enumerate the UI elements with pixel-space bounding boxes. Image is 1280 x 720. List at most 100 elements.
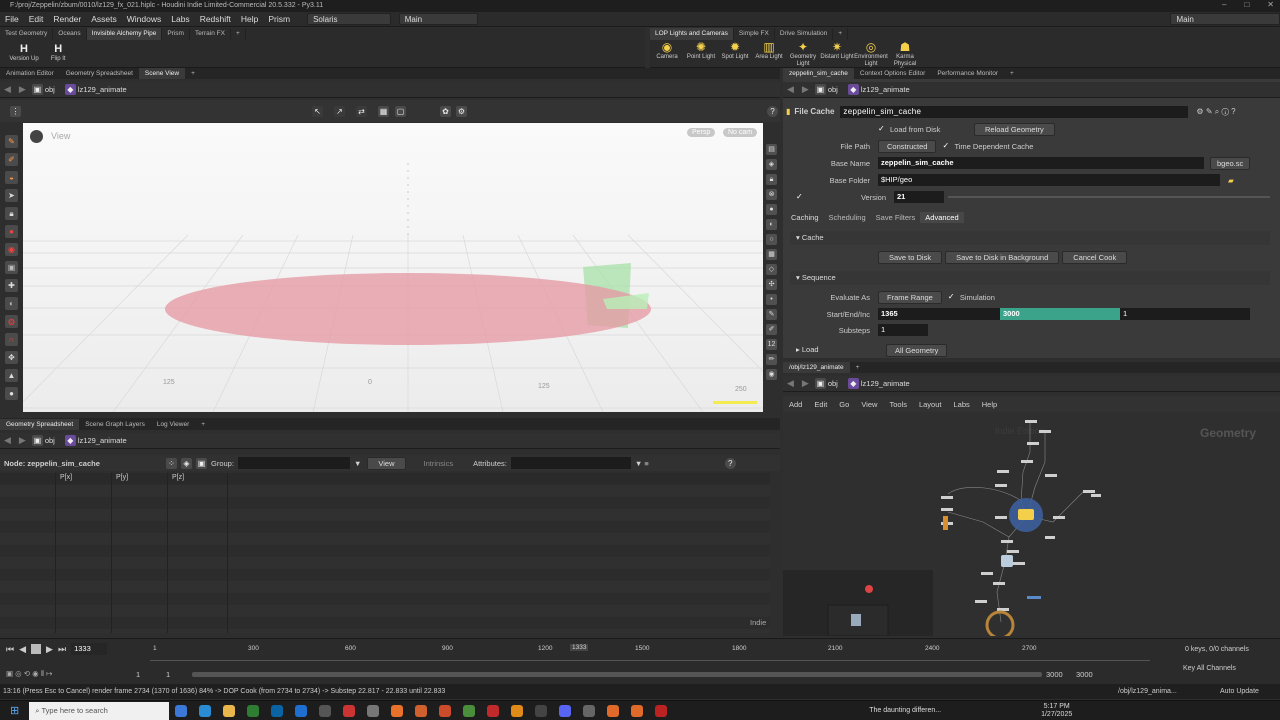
tab-geometry-spreadsheet[interactable]: Geometry Spreadsheet [60, 68, 139, 79]
shelf-tab[interactable]: LOP Lights and Cameras [650, 28, 734, 40]
tab-network[interactable]: /obj/lz129_animate [783, 362, 850, 373]
pointer-tool-icon[interactable]: ➤ [5, 189, 18, 202]
word-icon[interactable] [295, 704, 308, 717]
range-end[interactable]: 3000 [1046, 670, 1076, 679]
version-check-icon[interactable]: ✓ [796, 193, 806, 201]
end-field[interactable]: 3000 [1000, 308, 1120, 320]
right-desktop-select[interactable]: Main [1170, 13, 1280, 25]
extension-menu[interactable]: bgeo.sc [1210, 156, 1251, 170]
cancel-cook-button[interactable]: Cancel Cook [1062, 250, 1128, 264]
net-menu-add[interactable]: Add [783, 400, 808, 409]
step-back-icon[interactable]: ◀ [19, 644, 26, 655]
step-forward-icon[interactable]: ⏭ [58, 644, 66, 655]
app-icon[interactable] [655, 704, 668, 717]
render-icon[interactable]: ✿ [440, 106, 451, 117]
snap-icon[interactable]: ▦ [378, 106, 389, 117]
settings-icon[interactable]: ⚙ [456, 106, 467, 117]
range-slider[interactable] [192, 671, 1042, 677]
substeps-field[interactable]: 1 [878, 324, 928, 336]
time-slider[interactable]: 1 300 600 900 1200 1500 1800 2100 2400 2… [150, 644, 1150, 661]
gear-icon[interactable]: ⚙ ✎ ⌕ ⓘ ? [1196, 107, 1235, 117]
play-icon[interactable]: ▶ [46, 644, 53, 655]
menu-file[interactable]: File [0, 14, 24, 24]
taskbar-search[interactable]: ⌕ Type here to search [29, 701, 170, 720]
version-field[interactable]: 21 [894, 191, 944, 203]
net-menu-layout[interactable]: Layout [913, 400, 948, 409]
tab-context-options[interactable]: Context Options Editor [854, 68, 931, 79]
context-select[interactable]: Main [398, 13, 479, 25]
auto-update-menu[interactable]: Auto Update [1220, 684, 1259, 699]
net-menu-view[interactable]: View [855, 400, 883, 409]
paint-tool-icon[interactable]: ◒ [5, 171, 18, 184]
tab-scene-graph-layers[interactable]: Scene Graph Layers [79, 419, 151, 430]
folder-icon[interactable]: ▰ [1228, 176, 1234, 185]
windows-start-icon[interactable]: ⊞ [10, 704, 19, 717]
move-icon[interactable]: ⇄ [356, 106, 367, 117]
help-icon[interactable]: ? [724, 457, 736, 469]
shelf-tab[interactable]: Oceans [53, 28, 87, 40]
view-menu[interactable]: View [367, 456, 406, 470]
handle-tool-icon[interactable]: ● [5, 225, 18, 238]
brush-tool-icon[interactable]: ✐ [5, 153, 18, 166]
forward-arrow-icon[interactable]: ▶ [19, 435, 26, 446]
tab-log-viewer[interactable]: Log Viewer [151, 419, 195, 430]
app-icon[interactable] [487, 704, 500, 717]
spreadsheet-table[interactable]: P[x] P[y] P[z] Indie [0, 473, 770, 633]
version-slider[interactable] [948, 196, 1270, 198]
back-arrow-icon[interactable]: ◀ [4, 435, 11, 446]
bulb-icon[interactable]: ○ [766, 234, 777, 245]
edit-icon[interactable]: ✐ [766, 324, 777, 335]
menu-edit[interactable]: Edit [24, 14, 49, 24]
sequence-section[interactable]: ▾ Sequence [790, 271, 1270, 285]
playhead-marker[interactable]: 1333 [570, 644, 589, 651]
path-node[interactable]: lz129_animate [861, 379, 910, 388]
add-tab-icon[interactable]: + [1004, 68, 1020, 79]
tab-save-filters[interactable]: Save Filters [871, 212, 921, 223]
menu-redshift[interactable]: Redshift [195, 14, 236, 24]
back-arrow-icon[interactable]: ◀ [787, 84, 794, 95]
camera-menu[interactable]: No cam [723, 128, 758, 137]
add-tab-icon[interactable]: + [231, 28, 246, 40]
net-menu-help[interactable]: Help [976, 400, 1003, 409]
sphere-icon[interactable]: ● [766, 204, 777, 215]
node-name-field[interactable]: zeppelin_sim_cache [840, 105, 1189, 118]
edge-icon[interactable] [175, 704, 188, 717]
forward-arrow-icon[interactable]: ▶ [802, 378, 809, 389]
menu-prism[interactable]: Prism [263, 14, 295, 24]
houdini-icon[interactable] [511, 704, 524, 717]
app-icon[interactable] [535, 704, 548, 717]
net-menu-edit[interactable]: Edit [808, 400, 833, 409]
persp-menu[interactable]: Persp [687, 128, 716, 137]
tab-animation-editor[interactable]: Animation Editor [0, 68, 60, 79]
shelf-tab[interactable]: Simple FX [734, 28, 775, 40]
houdini-icon[interactable] [607, 704, 620, 717]
display-option-icon[interactable]: ▤ [766, 144, 777, 155]
add-tab-icon[interactable]: + [850, 362, 866, 373]
twelve-icon[interactable]: 12 [766, 339, 777, 350]
save-to-disk-button[interactable]: Save to Disk [878, 250, 943, 264]
close-icon[interactable]: ✕ [1267, 0, 1274, 12]
points-icon[interactable]: ⁘ [166, 457, 177, 469]
back-arrow-icon[interactable]: ◀ [4, 84, 11, 95]
path-node[interactable]: lz129_animate [78, 436, 127, 445]
save-background-button[interactable]: Save to Disk in Background [945, 250, 1060, 264]
shelf-tab[interactable]: Prism [162, 28, 190, 40]
texture-icon[interactable]: ▦ [766, 249, 777, 260]
add-tab-icon[interactable]: + [833, 28, 848, 40]
transform-icon[interactable]: ↗ [334, 106, 345, 117]
path-node[interactable]: lz129_animate [861, 85, 910, 94]
stop-icon[interactable] [31, 644, 42, 654]
magnet-tool-icon[interactable]: ∩ [5, 333, 18, 346]
prims-icon[interactable]: ◈ [181, 457, 192, 469]
desktop-select[interactable]: Solaris [307, 13, 391, 25]
filter-icon[interactable]: ▼ [354, 459, 361, 468]
tab-geometry-spreadsheet[interactable]: Geometry Spreadsheet [0, 418, 80, 430]
lock-icon[interactable]: 🔒︎ [766, 174, 777, 185]
select-tool-icon[interactable]: ✎ [5, 135, 18, 148]
wire-icon[interactable]: ◇ [766, 264, 777, 275]
dot-icon[interactable]: • [766, 294, 777, 305]
evaluate-menu[interactable]: Frame Range [878, 290, 942, 304]
shelf-tab[interactable]: Invisible Alchemy Pipe [86, 28, 163, 40]
pen-icon[interactable]: ✎ [766, 309, 777, 320]
file-path-menu[interactable]: Constructed [878, 139, 937, 153]
